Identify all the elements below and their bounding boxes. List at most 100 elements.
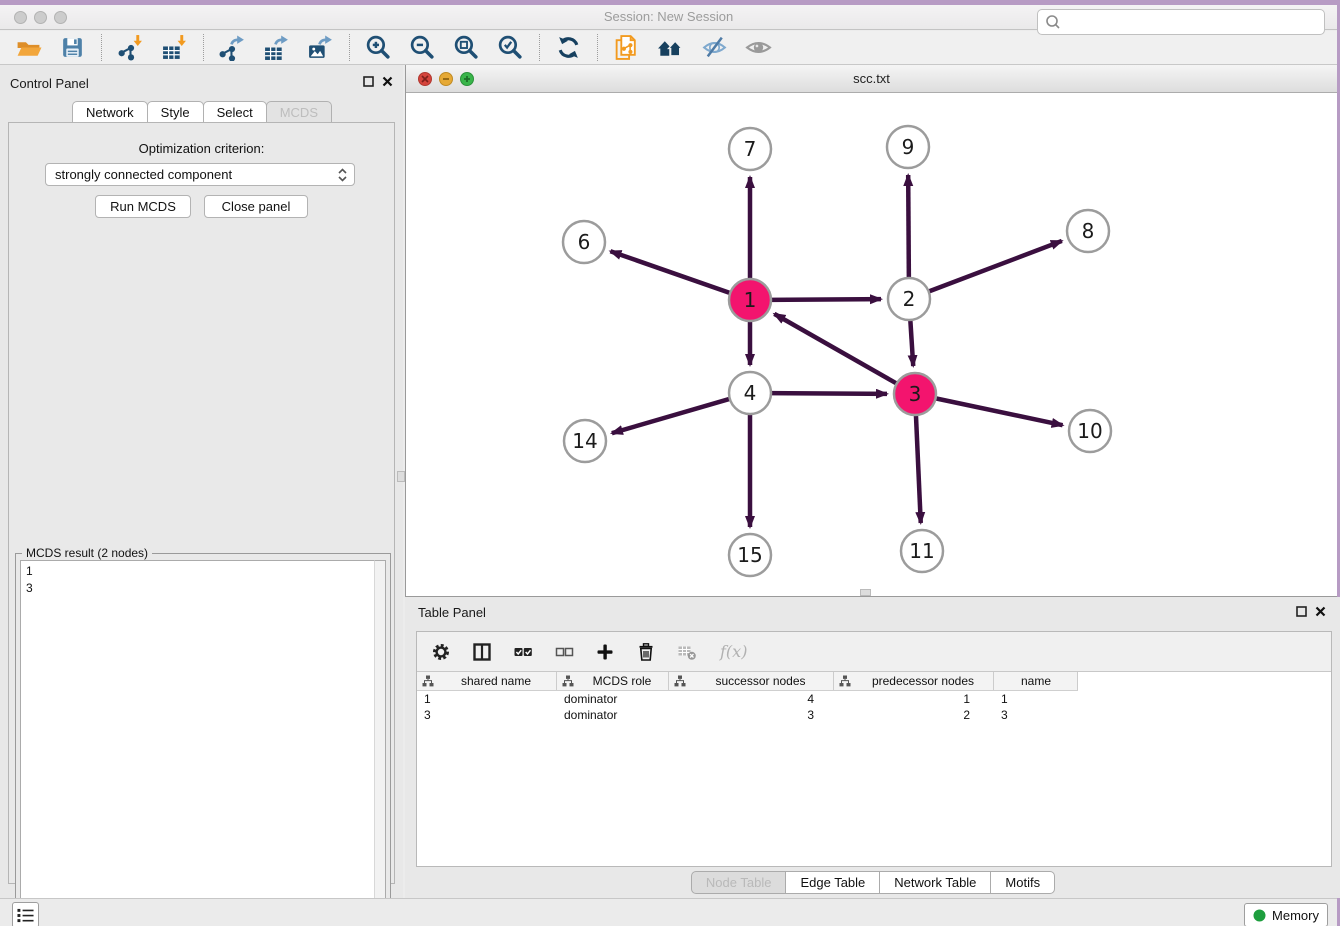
table-row[interactable]: 3dominator323	[417, 707, 1078, 723]
gear-icon[interactable]	[431, 642, 451, 662]
node-table-container: f(x) shared name MCDS role successor nodes…	[416, 631, 1332, 867]
graph-node-10[interactable]: 10	[1069, 410, 1111, 452]
table-cell[interactable]: 3	[994, 707, 1078, 723]
graph-node-1[interactable]: 1	[729, 279, 771, 321]
zoom-out-icon[interactable]	[409, 34, 436, 61]
save-icon[interactable]	[59, 34, 86, 61]
import-network-icon[interactable]	[117, 34, 144, 61]
eye-icon[interactable]	[745, 34, 772, 61]
float-table-panel-icon[interactable]	[1296, 606, 1307, 617]
column-header-label: MCDS role	[580, 674, 668, 688]
list-icon	[16, 906, 35, 925]
graph-node-15[interactable]: 15	[729, 534, 771, 576]
graph-edge-3-10[interactable]	[935, 398, 1063, 425]
table-cell[interactable]: 1	[834, 691, 994, 707]
table-cell[interactable]: dominator	[557, 707, 669, 723]
hide-panel-eye-icon[interactable]	[701, 34, 728, 61]
mcds-result-title: MCDS result (2 nodes)	[22, 546, 152, 560]
network-graph[interactable]: 7 9 6 8 1 2 4 3 14 10 15 11	[406, 93, 1337, 596]
column-header-successor-nodes[interactable]: successor nodes	[669, 672, 834, 690]
refresh-icon[interactable]	[555, 34, 582, 61]
close-panel-icon[interactable]	[382, 76, 393, 87]
table-cell[interactable]: 3	[669, 707, 834, 723]
application-window: Session: New Session Control Panel Netwo…	[0, 0, 1340, 926]
column-header-predecessor-nodes[interactable]: predecessor nodes	[834, 672, 994, 690]
column-header-name[interactable]: name	[994, 672, 1078, 690]
network-canvas[interactable]: 7 9 6 8 1 2 4 3 14 10 15 11	[406, 93, 1337, 596]
column-header-MCDS-role[interactable]: MCDS role	[557, 672, 669, 690]
close-panel-button[interactable]: Close panel	[204, 195, 308, 218]
table-toolbar: f(x)	[417, 632, 1331, 672]
graph-node-11[interactable]: 11	[901, 530, 943, 572]
zoom-in-icon[interactable]	[365, 34, 392, 61]
add-icon[interactable]	[595, 642, 615, 662]
table-cell[interactable]: 1	[417, 691, 557, 707]
graph-edge-3-11[interactable]	[916, 414, 921, 523]
export-network-icon[interactable]	[219, 34, 246, 61]
horizontal-splitter-handle[interactable]	[860, 589, 871, 596]
tab-node-table[interactable]: Node Table	[691, 871, 787, 894]
optimization-criterion-select[interactable]: strongly connected component	[45, 163, 355, 186]
svg-text:4: 4	[744, 381, 757, 405]
graph-edge-2-9[interactable]	[908, 175, 909, 279]
network-from-file-icon[interactable]	[613, 34, 640, 61]
graph-edge-2-8[interactable]	[928, 241, 1062, 292]
graph-edge-4-14[interactable]	[612, 399, 731, 434]
export-image-icon[interactable]	[307, 34, 334, 61]
graph-node-9[interactable]: 9	[887, 126, 929, 168]
graph-edge-1-6[interactable]	[610, 251, 731, 293]
trash-icon[interactable]	[636, 642, 656, 662]
import-table-icon[interactable]	[161, 34, 188, 61]
vertical-splitter-handle[interactable]	[397, 471, 405, 482]
tab-network-table[interactable]: Network Table	[879, 871, 991, 894]
close-table-panel-icon[interactable]	[1315, 606, 1326, 617]
table-cell[interactable]: 1	[994, 691, 1078, 707]
search-input[interactable]	[1062, 14, 1318, 31]
search-box[interactable]	[1037, 9, 1325, 35]
tab-select[interactable]: Select	[203, 101, 267, 123]
zoom-selected-icon[interactable]	[497, 34, 524, 61]
graph-node-14[interactable]: 14	[564, 420, 606, 462]
graph-node-3[interactable]: 3	[894, 373, 936, 415]
select-all-checkboxes-icon[interactable]	[513, 642, 533, 662]
table-cell[interactable]: 4	[669, 691, 834, 707]
svg-text:9: 9	[902, 135, 915, 159]
task-history-button[interactable]	[12, 902, 39, 926]
graph-node-6[interactable]: 6	[563, 221, 605, 263]
home-icon[interactable]	[657, 34, 684, 61]
table-panel-title: Table Panel	[418, 605, 486, 620]
mcds-result-text[interactable]: 1 3	[20, 560, 374, 926]
graph-edge-2-3[interactable]	[910, 319, 913, 366]
memory-button[interactable]: Memory	[1244, 903, 1328, 926]
tab-edge-table[interactable]: Edge Table	[785, 871, 880, 894]
table-cell[interactable]: 3	[417, 707, 557, 723]
sitemap-icon	[562, 675, 574, 687]
tab-mcds[interactable]: MCDS	[266, 101, 332, 123]
graph-edge-3-1[interactable]	[774, 314, 897, 384]
graph-edge-4-3[interactable]	[770, 393, 887, 394]
deselect-all-checkboxes-icon[interactable]	[554, 642, 574, 662]
float-panel-icon[interactable]	[363, 76, 374, 87]
graph-node-2[interactable]: 2	[888, 278, 930, 320]
table-row[interactable]: 1dominator411	[417, 691, 1078, 707]
graph-node-4[interactable]: 4	[729, 372, 771, 414]
table-panel: Table Panel f(x) shared name MCDS role suc…	[405, 597, 1340, 898]
open-folder-icon[interactable]	[15, 34, 42, 61]
graph-node-7[interactable]: 7	[729, 128, 771, 170]
run-mcds-button[interactable]: Run MCDS	[95, 195, 191, 218]
graph-node-8[interactable]: 8	[1067, 210, 1109, 252]
mcds-result-scrollbar[interactable]	[374, 560, 386, 926]
export-table-icon[interactable]	[263, 34, 290, 61]
columns-icon[interactable]	[472, 642, 492, 662]
column-header-label: successor nodes	[692, 674, 833, 688]
column-header-shared-name[interactable]: shared name	[417, 672, 557, 690]
tab-network[interactable]: Network	[72, 101, 148, 123]
table-cell[interactable]: 2	[834, 707, 994, 723]
search-icon	[1044, 13, 1062, 31]
optimization-criterion-label: Optimization criterion:	[9, 141, 394, 156]
tab-motifs[interactable]: Motifs	[990, 871, 1055, 894]
zoom-fit-icon[interactable]	[453, 34, 480, 61]
tab-style[interactable]: Style	[147, 101, 204, 123]
table-cell[interactable]: dominator	[557, 691, 669, 707]
graph-edge-1-2[interactable]	[770, 299, 881, 300]
